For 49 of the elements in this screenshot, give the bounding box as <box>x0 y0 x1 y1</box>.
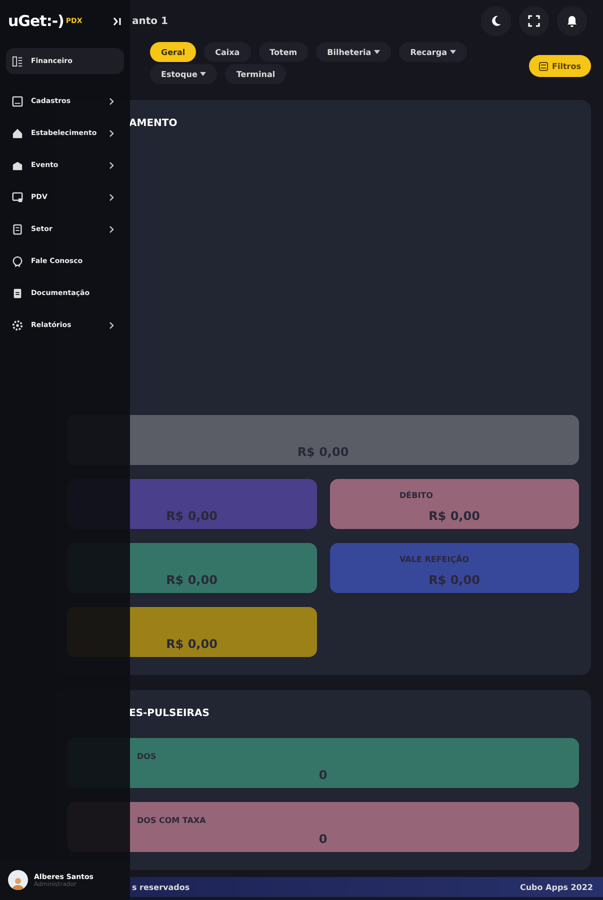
menu-icon <box>12 256 23 266</box>
tab[interactable]: Estoque <box>150 64 218 84</box>
card-value: R$ 0,00 <box>165 509 218 523</box>
chevron-icon <box>109 226 114 232</box>
menu-icon <box>12 224 23 234</box>
card-label: DOS COM TAXA <box>136 816 207 827</box>
filter-icon <box>539 62 548 70</box>
menu-icon <box>12 288 23 298</box>
card-value: R$ 0,00 <box>165 637 218 651</box>
card-value: R$ 0,00 <box>428 509 481 523</box>
filter-button[interactable]: Filtros <box>529 55 591 77</box>
tab[interactable]: Caixa <box>204 42 251 62</box>
menu-icon <box>12 320 23 330</box>
menu-icon <box>12 160 23 170</box>
tab[interactable]: Bilheteria <box>316 42 392 62</box>
avatar <box>8 870 28 890</box>
tab[interactable]: Totem <box>258 42 308 62</box>
menu-icon <box>12 96 23 106</box>
card-value: 0 <box>318 768 328 782</box>
chevron-icon <box>109 130 114 136</box>
card-label: DÉBITO <box>398 491 434 502</box>
caret-icon <box>374 50 380 54</box>
card-value: R$ 0,00 <box>165 573 218 587</box>
app-logo: uGet:-) <box>8 12 64 30</box>
chevron-icon <box>109 322 114 328</box>
footer-brand: Cubo Apps 2022 <box>520 882 593 892</box>
tab[interactable]: Recarga <box>399 42 467 62</box>
chevron-icon <box>109 194 114 200</box>
card-value: 0 <box>318 832 328 846</box>
tab[interactable]: Terminal <box>225 64 286 84</box>
moon-icon[interactable] <box>490 15 502 27</box>
chevron-icon <box>109 162 114 168</box>
section-title: ES-PULSEIRAS <box>128 708 210 719</box>
caret-icon <box>450 50 456 54</box>
collapse-icon[interactable] <box>113 16 122 26</box>
section-title: AMENTO <box>128 118 178 129</box>
footer-text: s reservados <box>132 882 190 892</box>
menu-icon <box>12 56 23 66</box>
event-name: anto 1 <box>132 16 168 26</box>
card-label: DOS <box>136 752 158 763</box>
card-label: VALE REFEIÇÃO <box>398 555 470 566</box>
menu-icon <box>12 128 23 138</box>
bell-icon[interactable] <box>566 15 578 27</box>
card-value: R$ 0,00 <box>428 573 481 587</box>
menu-icon <box>12 192 23 202</box>
fullscreen-icon[interactable] <box>528 15 540 27</box>
chevron-icon <box>109 98 114 104</box>
caret-icon <box>200 72 206 76</box>
tab[interactable]: Geral <box>150 42 196 62</box>
